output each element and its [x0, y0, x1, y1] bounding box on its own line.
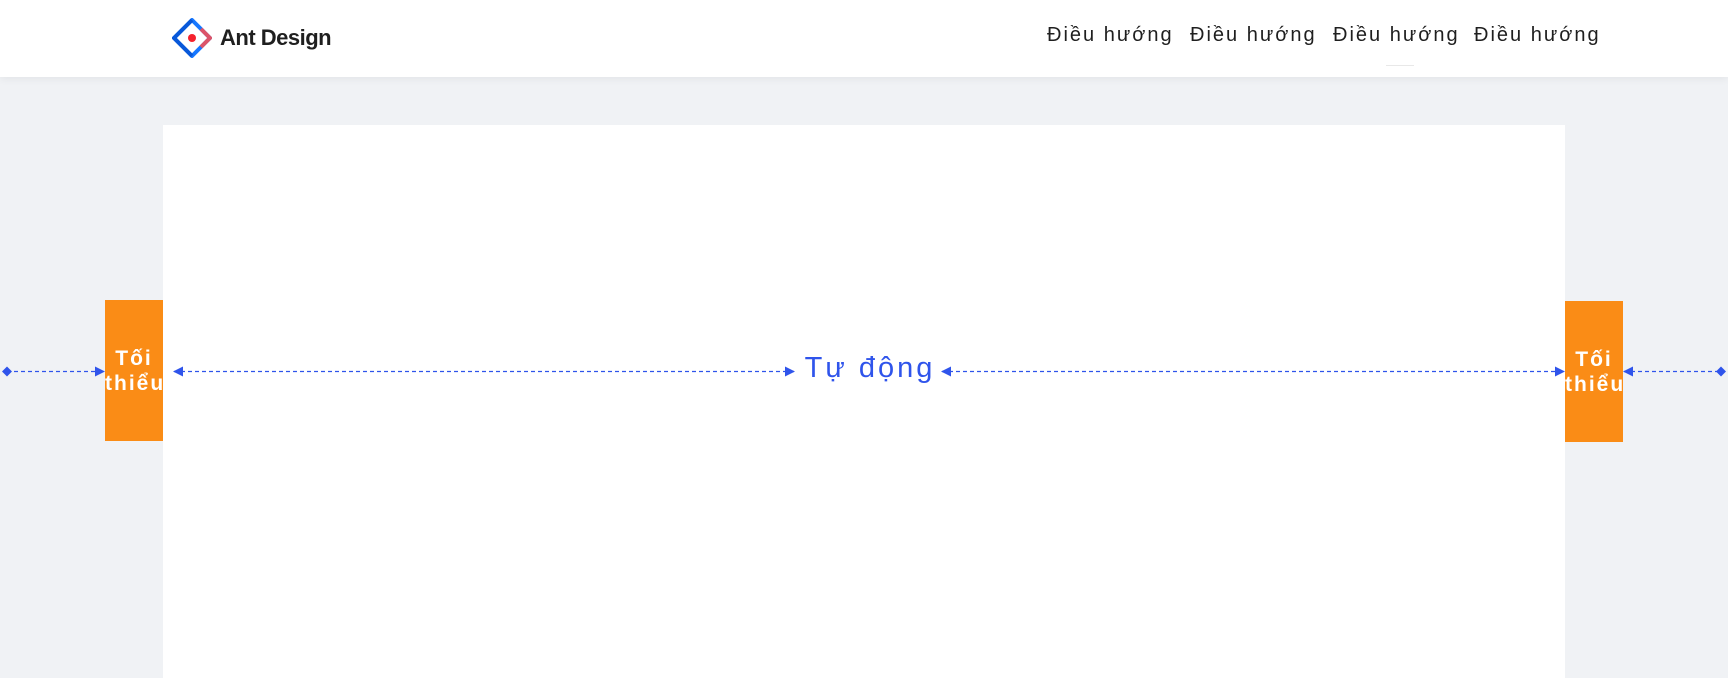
right-min-line2: thiểu	[1565, 372, 1626, 396]
left-min-line2: thiểu	[105, 371, 166, 395]
left-min-line1: Tối	[115, 346, 153, 370]
right-min-line1: Tối	[1575, 347, 1613, 371]
right-min-box: Tối thiểu	[1565, 301, 1623, 442]
auto-width-label: Tự động	[804, 352, 936, 384]
left-min-box: Tối thiểu	[105, 300, 163, 441]
dimension-arrows	[2, 366, 1726, 377]
